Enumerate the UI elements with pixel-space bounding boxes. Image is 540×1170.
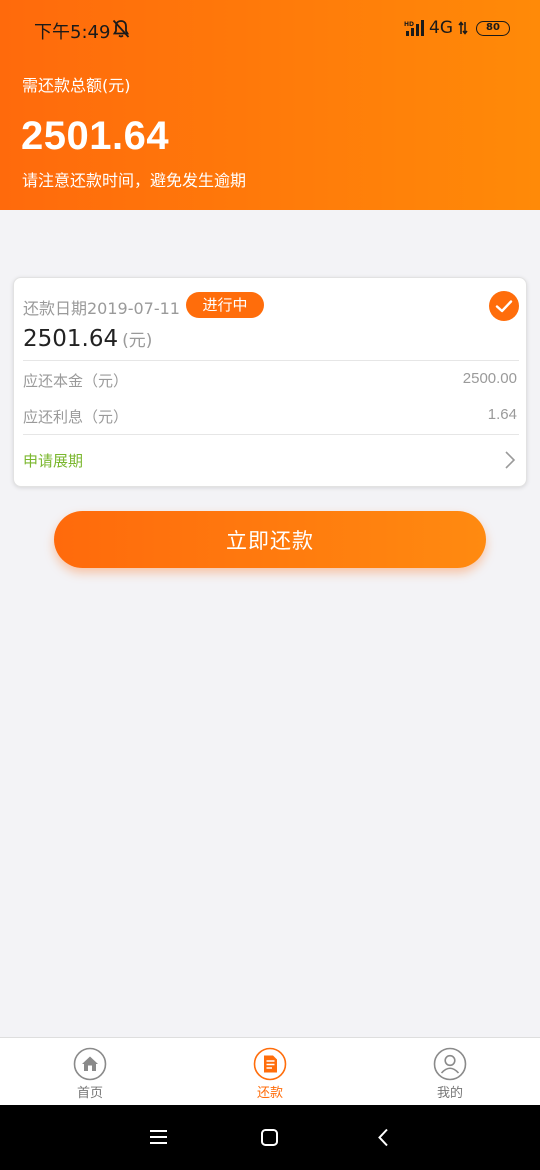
tab-profile-label: 我的 [436,1086,463,1101]
apply-extension-link[interactable]: 申请展期 [23,450,83,471]
bill-amount-unit: (元) [122,331,153,351]
principal-value: 2500.00 [462,370,517,387]
total-amount: 2501.64 [21,114,170,158]
bill-amount-value: 2501.64 [23,326,119,352]
system-nav-bar [0,1105,540,1170]
svg-text:HD: HD [404,21,414,28]
status-bar: 下午5:49 HD 4G 80 [0,0,540,58]
repayment-date: 还款日期2019-07-11 [23,299,180,318]
back-icon[interactable] [377,1128,389,1147]
home-icon [73,1047,107,1081]
divider [23,434,519,435]
signal-icon: HD [404,20,424,36]
chevron-right-icon[interactable] [504,450,516,470]
tab-profile[interactable]: 我的 [390,1038,510,1106]
divider [23,360,519,361]
repay-icon [253,1047,287,1081]
bill-amount: 2501.64 (元) [23,326,152,352]
status-badge: 进行中 [186,292,264,318]
interest-value: 1.64 [487,406,517,423]
notification-off-icon [112,19,130,38]
tab-repay-label: 还款 [256,1086,283,1101]
repayment-notice: 请注意还款时间，避免发生逾期 [22,171,247,190]
tab-home[interactable]: 首页 [30,1038,150,1106]
pay-now-button[interactable]: 立即还款 [54,511,486,568]
tab-bar: 首页 还款 我的 [0,1037,540,1105]
tab-home-label: 首页 [76,1086,103,1101]
header-banner: 下午5:49 HD 4G 80 需还款总额(元) 2501.64 请注意还款时间… [0,0,540,210]
check-circle-icon[interactable] [488,290,520,322]
battery-indicator: 80 [476,21,510,36]
principal-label: 应还本金（元） [23,372,129,390]
bill-card: 还款日期2019-07-11 进行中 2501.64 (元) 应还本金（元） 25… [13,277,527,487]
network-type: 4G [429,18,453,38]
interest-label: 应还利息（元） [23,408,129,426]
data-transfer-icon [458,21,468,35]
total-label: 需还款总额(元) [22,76,131,95]
status-time: 下午5:49 [34,22,111,43]
profile-icon [433,1047,467,1081]
menu-icon[interactable] [150,1129,167,1145]
square-home-icon[interactable] [261,1129,278,1146]
tab-repay[interactable]: 还款 [210,1038,330,1106]
